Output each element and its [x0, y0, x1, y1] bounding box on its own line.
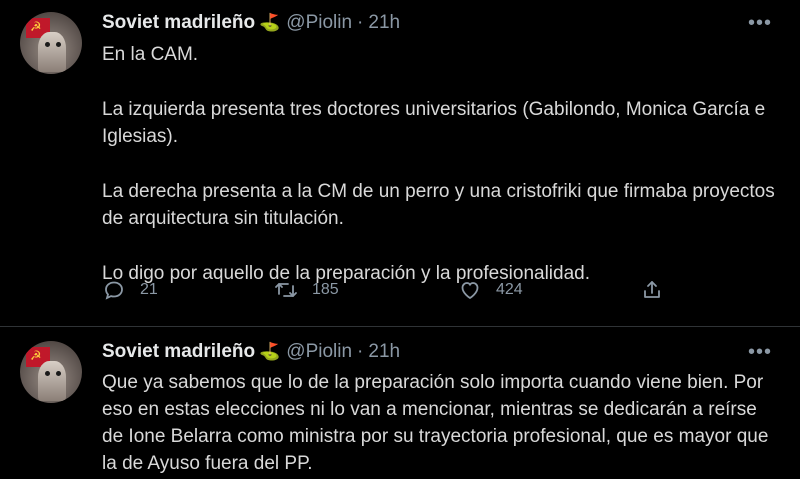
tweet-header: Soviet madrileño ⛳ @Piolin · 21h — [102, 10, 780, 36]
author-name[interactable]: Soviet madrileño — [102, 11, 255, 35]
timestamp[interactable]: 21h — [368, 11, 400, 35]
tweet[interactable]: ☭ Soviet madrileño ⛳ @Piolin · 21h ••• Q… — [0, 327, 800, 479]
reply-count: 21 — [140, 281, 158, 298]
avatar-eye — [56, 42, 61, 47]
avatar-eye — [56, 371, 61, 376]
avatar[interactable]: ☭ — [20, 341, 82, 403]
author-name[interactable]: Soviet madrileño — [102, 340, 255, 364]
reply-icon — [105, 281, 123, 300]
timestamp[interactable]: 21h — [368, 340, 400, 364]
share-button[interactable] — [640, 278, 678, 302]
tweet-text: Que ya sabemos que lo de la preparación … — [102, 369, 780, 477]
tweet-header: Soviet madrileño ⛳ @Piolin · 21h — [102, 339, 780, 365]
share-icon — [644, 281, 660, 298]
tweet-paragraph: La derecha presenta a la CM de un perro … — [102, 181, 775, 229]
tweet-actions: 21 185 424 — [102, 278, 702, 308]
hammer-sickle-icon: ☭ — [30, 348, 42, 363]
author-handle[interactable]: @Piolin — [286, 11, 352, 35]
golf-flag-icon: ⛳ — [259, 13, 281, 32]
separator-dot: · — [357, 341, 364, 362]
hammer-sickle-icon: ☭ — [30, 19, 42, 34]
avatar-figure — [38, 32, 66, 72]
tweet[interactable]: ☭ Soviet madrileño ⛳ @Piolin · 21h ••• E… — [0, 0, 800, 327]
tweet-paragraph: La izquierda presenta tres doctores univ… — [102, 99, 766, 147]
author-handle[interactable]: @Piolin — [286, 340, 352, 364]
more-options-icon[interactable]: ••• — [748, 12, 772, 35]
avatar[interactable]: ☭ — [20, 12, 82, 74]
avatar-figure — [38, 361, 66, 401]
tweet-paragraph: Que ya sabemos que lo de la preparación … — [102, 372, 769, 474]
like-button[interactable]: 424 — [458, 278, 523, 302]
avatar-eye — [45, 371, 50, 376]
heart-icon — [461, 282, 479, 300]
retweet-button[interactable]: 185 — [274, 278, 339, 302]
tweet-content: Soviet madrileño ⛳ @Piolin · 21h ••• Que… — [102, 339, 780, 479]
separator-dot: · — [357, 12, 364, 33]
golf-flag-icon: ⛳ — [259, 342, 281, 361]
tweet-paragraph: En la CAM. — [102, 44, 199, 65]
retweet-count: 185 — [312, 281, 339, 298]
tweet-content: Soviet madrileño ⛳ @Piolin · 21h ••• En … — [102, 10, 780, 326]
more-options-icon[interactable]: ••• — [748, 341, 772, 364]
reply-button[interactable]: 21 — [102, 278, 158, 302]
like-count: 424 — [496, 281, 523, 298]
avatar-eye — [45, 42, 50, 47]
tweet-text: En la CAM. La izquierda presenta tres do… — [102, 41, 780, 287]
retweet-icon — [275, 283, 297, 297]
